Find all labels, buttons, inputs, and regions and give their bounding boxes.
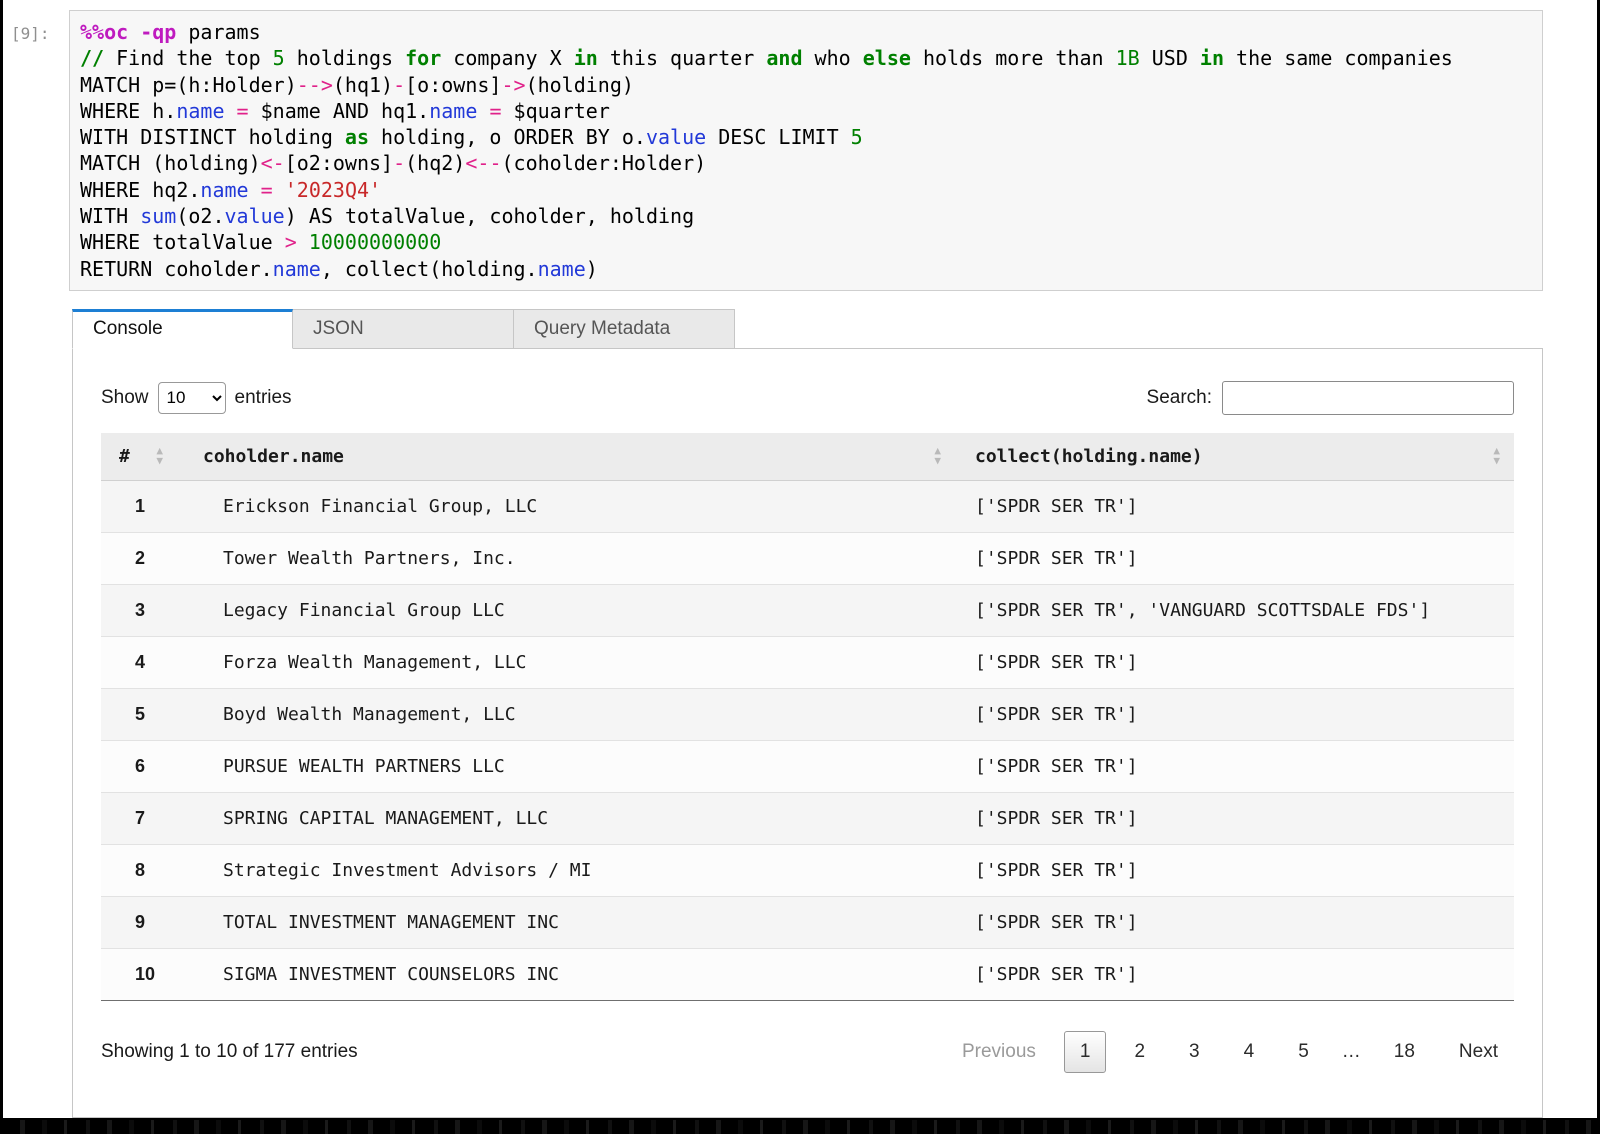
coholder-name-cell: Legacy Financial Group LLC <box>187 583 955 637</box>
clipped-cell-artifact <box>3 1117 1597 1134</box>
page-button-4[interactable]: 4 <box>1228 1031 1271 1073</box>
holdings-cell: ['SPDR SER TR'] <box>955 843 1514 897</box>
code-line: %%oc -qp params <box>80 20 261 44</box>
table-row: 6 PURSUE WEALTH PARTNERS LLC ['SPDR SER TR… <box>101 739 1514 793</box>
holdings-cell: ['SPDR SER TR'] <box>955 479 1514 533</box>
holdings-cell: ['SPDR SER TR'] <box>955 739 1514 793</box>
holdings-cell: ['SPDR SER TR', 'VANGUARD SCOTTSDALE FDS… <box>955 583 1514 637</box>
page-button-2[interactable]: 2 <box>1118 1031 1161 1073</box>
coholder-name-cell: SPRING CAPITAL MANAGEMENT, LLC <box>187 791 955 845</box>
page-button-1[interactable]: 1 <box>1063 1030 1107 1073</box>
table-footer: Showing 1 to 10 of 177 entries Previous 1… <box>101 1030 1514 1073</box>
row-index: 1 <box>101 479 187 533</box>
pagination-ellipsis: … <box>1341 1040 1361 1062</box>
tab-bar: Console JSON Query Metadata <box>72 308 1543 349</box>
search-input[interactable] <box>1222 380 1514 415</box>
coholder-name-cell: SIGMA INVESTMENT COUNSELORS INC <box>187 947 955 1001</box>
tab-console[interactable]: Console <box>72 308 293 349</box>
execution-count: [9]: <box>11 24 50 43</box>
table-row: 9 TOTAL INVESTMENT MANAGEMENT INC ['SPDR S… <box>101 895 1514 949</box>
holdings-cell: ['SPDR SER TR'] <box>955 791 1514 845</box>
row-index: 10 <box>101 947 187 1001</box>
coholder-name-cell: PURSUE WEALTH PARTNERS LLC <box>187 739 955 793</box>
column-header-collect-holding.name-[interactable]: collect(holding.name) ▲ ▼ <box>955 432 1514 481</box>
table-body: 1 Erickson Financial Group, LLC ['SPDR SER… <box>101 479 1514 1001</box>
table-row: 5 Boyd Wealth Management, LLC ['SPDR SER T… <box>101 687 1514 741</box>
coholder-name-cell: TOTAL INVESTMENT MANAGEMENT INC <box>187 895 955 949</box>
row-index: 5 <box>101 687 187 741</box>
code-line: WHERE h.name = $name AND hq1.name = $qua… <box>80 98 610 123</box>
output-area: Console JSON Query Metadata Show 10 entrie… <box>72 308 1543 1118</box>
coholder-name-cell: Erickson Financial Group, LLC <box>187 479 955 533</box>
holdings-cell: ['SPDR SER TR'] <box>955 635 1514 689</box>
column-header-index[interactable]: # ▲ ▼ <box>101 432 187 481</box>
table-row: 1 Erickson Financial Group, LLC ['SPDR SER… <box>101 479 1514 533</box>
tab-query-metadata[interactable]: Query Metadata <box>514 308 735 349</box>
console-panel: Show 10 entries Search: # ▲ ▼ coholder.name… <box>72 347 1543 1118</box>
page-size-select[interactable]: 10 <box>157 381 226 414</box>
entries-label: entries <box>234 386 292 408</box>
code-line: WITH DISTINCT holding as holding, o ORDE… <box>80 125 863 150</box>
code-editor[interactable]: %%oc -qp params// Find the top 5 holding… <box>69 10 1543 291</box>
row-index: 8 <box>101 843 187 897</box>
table-row: 10 SIGMA INVESTMENT COUNSELORS INC ['SPDR … <box>101 947 1514 1001</box>
code-line: MATCH p=(h:Holder)-->(hq1)-[o:owns]->(ho… <box>80 72 634 97</box>
holdings-cell: ['SPDR SER TR'] <box>955 895 1514 949</box>
results-table: # ▲ ▼ coholder.name ▲ ▼ collect(holding.name) ▲… <box>101 432 1514 1001</box>
code-line: // Find the top 5 holdings for company X… <box>80 46 1453 71</box>
table-header-row: # ▲ ▼ coholder.name ▲ ▼ collect(holding.name) ▲… <box>101 432 1514 481</box>
previous-button[interactable]: Previous <box>946 1031 1052 1073</box>
table-row: 2 Tower Wealth Partners, Inc. ['SPDR SER T… <box>101 531 1514 585</box>
coholder-name-cell: Forza Wealth Management, LLC <box>187 635 955 689</box>
page-button-5[interactable]: 5 <box>1282 1031 1325 1073</box>
holdings-cell: ['SPDR SER TR'] <box>955 947 1514 1001</box>
notebook-page: [9]: %%oc -qp params// Find the top 5 ho… <box>0 0 1600 1134</box>
table-row: 3 Legacy Financial Group LLC ['SPDR SER TR… <box>101 583 1514 637</box>
column-label: coholder.name <box>203 445 344 467</box>
next-button[interactable]: Next <box>1443 1031 1514 1073</box>
column-label: collect(holding.name) <box>975 445 1203 467</box>
table-row: 4 Forza Wealth Management, LLC ['SPDR SER … <box>101 635 1514 689</box>
row-index: 4 <box>101 635 187 689</box>
code-line: WHERE hq2.name = '2023Q4' <box>80 177 382 202</box>
holdings-cell: ['SPDR SER TR'] <box>955 531 1514 585</box>
column-label: # <box>119 445 130 467</box>
holdings-cell: ['SPDR SER TR'] <box>955 687 1514 741</box>
coholder-name-cell: Tower Wealth Partners, Inc. <box>187 531 955 585</box>
code-cell: [9]: %%oc -qp params// Find the top 5 ho… <box>3 0 1597 291</box>
code-line: MATCH (holding)<-[o2:owns]-(hq2)<--(coho… <box>80 151 707 176</box>
page-size-control: Show 10 entries <box>101 381 292 414</box>
row-index: 9 <box>101 895 187 949</box>
tab-json[interactable]: JSON <box>293 308 514 349</box>
sort-icon: ▲ ▼ <box>1493 444 1500 468</box>
show-label: Show <box>101 386 149 408</box>
code-line: WHERE totalValue > 10000000000 <box>80 230 442 255</box>
table-controls: Show 10 entries Search: <box>101 380 1514 415</box>
table-info: Showing 1 to 10 of 177 entries <box>101 1040 358 1062</box>
table-row: 7 SPRING CAPITAL MANAGEMENT, LLC ['SPDR SE… <box>101 791 1514 845</box>
row-index: 3 <box>101 583 187 637</box>
page-button-18[interactable]: 18 <box>1378 1031 1431 1073</box>
row-index: 2 <box>101 531 187 585</box>
coholder-name-cell: Boyd Wealth Management, LLC <box>187 687 955 741</box>
sort-icon: ▲ ▼ <box>934 444 941 468</box>
page-button-3[interactable]: 3 <box>1173 1031 1216 1073</box>
row-index: 7 <box>101 791 187 845</box>
table-row: 8 Strategic Investment Advisors / MI ['SPD… <box>101 843 1514 897</box>
row-index: 6 <box>101 739 187 793</box>
code-line: WITH sum(o2.value) AS totalValue, cohold… <box>80 204 695 229</box>
column-header-coholder.name[interactable]: coholder.name ▲ ▼ <box>187 432 955 481</box>
coholder-name-cell: Strategic Investment Advisors / MI <box>187 843 955 897</box>
search-control: Search: <box>1146 380 1514 415</box>
code-line: RETURN coholder.name, collect(holding.na… <box>80 256 598 281</box>
pagination: Previous 1 2 3 4 5 … 18 Next <box>946 1030 1514 1073</box>
search-label: Search: <box>1146 386 1212 408</box>
sort-icon: ▲ ▼ <box>156 444 163 468</box>
